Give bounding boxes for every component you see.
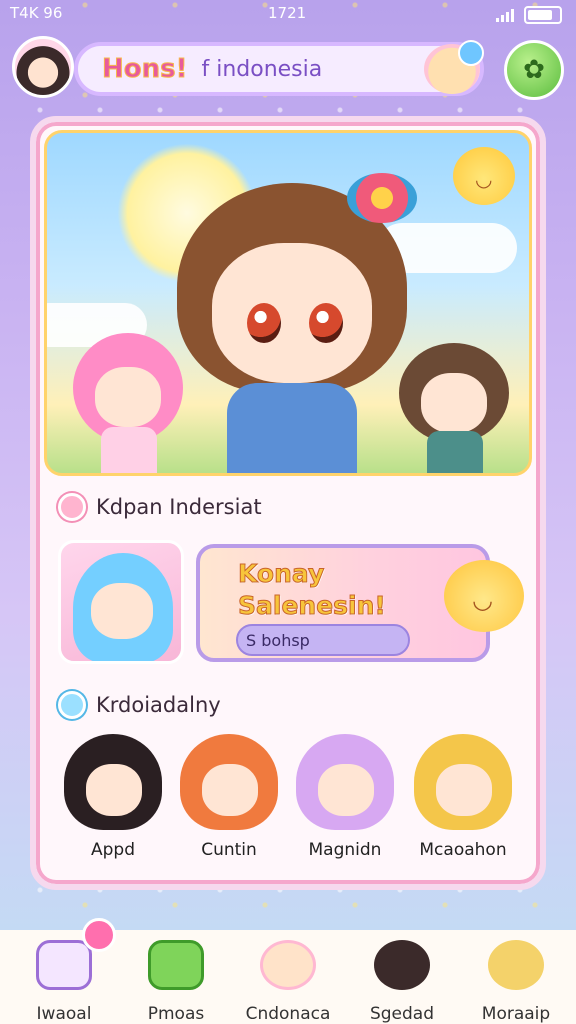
battery-icon <box>524 6 562 24</box>
character-card[interactable]: Magnidn <box>290 734 400 864</box>
heart-badge-icon <box>58 493 86 521</box>
nav-label: Cndonaca <box>245 1004 331 1024</box>
section-title: Krdoiadalny <box>96 693 221 717</box>
nav-label: Moraaip <box>481 1004 551 1024</box>
character-icon <box>374 940 430 990</box>
character-name: Cuntin <box>201 840 257 860</box>
mascot-badge-icon <box>58 691 86 719</box>
status-bar: T4K 96 1721 <box>0 0 576 28</box>
main-character <box>157 173 427 473</box>
user-avatar[interactable] <box>12 36 74 98</box>
character-list: Appd Cuntin Magnidn Mcaoahon <box>58 734 518 864</box>
nav-item-home[interactable]: Iwaoal <box>14 940 114 1024</box>
promo-pill-label: S bohsp <box>246 630 310 650</box>
nav-label: Pmoas <box>147 1004 205 1024</box>
shop-icon <box>148 940 204 990</box>
app-subtitle: f indonesia <box>201 56 323 82</box>
yellow-mascot-icon <box>453 147 515 205</box>
character-name: Magnidn <box>308 840 382 860</box>
app-title-bar: Hons! f indonesia <box>74 42 484 96</box>
section-header-featured: Kdpan Indersiat <box>58 492 262 522</box>
nav-item-profile[interactable]: Moraaip <box>466 940 566 1024</box>
profile-icon <box>488 940 544 990</box>
nav-label: Iwaoal <box>36 1004 92 1024</box>
character-card[interactable]: Appd <box>58 734 168 864</box>
home-icon <box>36 940 92 990</box>
bow-decoration <box>347 173 417 223</box>
promo-action-pill[interactable]: S bohsp <box>236 624 410 656</box>
status-carrier: T4K 96 <box>10 4 63 22</box>
paw-icon: ✿ <box>523 55 545 85</box>
nav-label: Sgedad <box>369 1004 435 1024</box>
app-title: Hons! <box>101 54 188 85</box>
hero-banner[interactable] <box>44 130 532 476</box>
nav-item-characters[interactable]: Sgedad <box>352 940 452 1024</box>
happy-mascot-icon <box>444 560 524 632</box>
mascot-chat-icon <box>260 940 316 990</box>
character-name: Mcaoahon <box>419 840 507 860</box>
nav-item-shop[interactable]: Pmoas <box>126 940 226 1024</box>
character-name: Appd <box>90 840 135 860</box>
character-card[interactable]: Cuntin <box>174 734 284 864</box>
nav-item-chat[interactable]: Cndonaca <box>238 940 338 1024</box>
section-title: Kdpan Indersiat <box>96 495 262 519</box>
notification-badge <box>82 918 116 952</box>
featured-character-thumbnail[interactable] <box>58 540 184 664</box>
promo-line-2: Salenesin! <box>238 591 387 621</box>
character-card[interactable]: Mcaoahon <box>408 734 518 864</box>
promo-line-1: Konay <box>238 559 325 589</box>
section-header-characters: Krdoiadalny <box>58 690 221 720</box>
promo-headline: Konay Salenesin! <box>238 558 387 622</box>
mascot-notification-icon[interactable] <box>424 40 484 94</box>
signal-icon <box>496 8 514 22</box>
menu-button[interactable]: ✿ <box>504 40 564 100</box>
status-time: 1721 <box>268 4 307 22</box>
